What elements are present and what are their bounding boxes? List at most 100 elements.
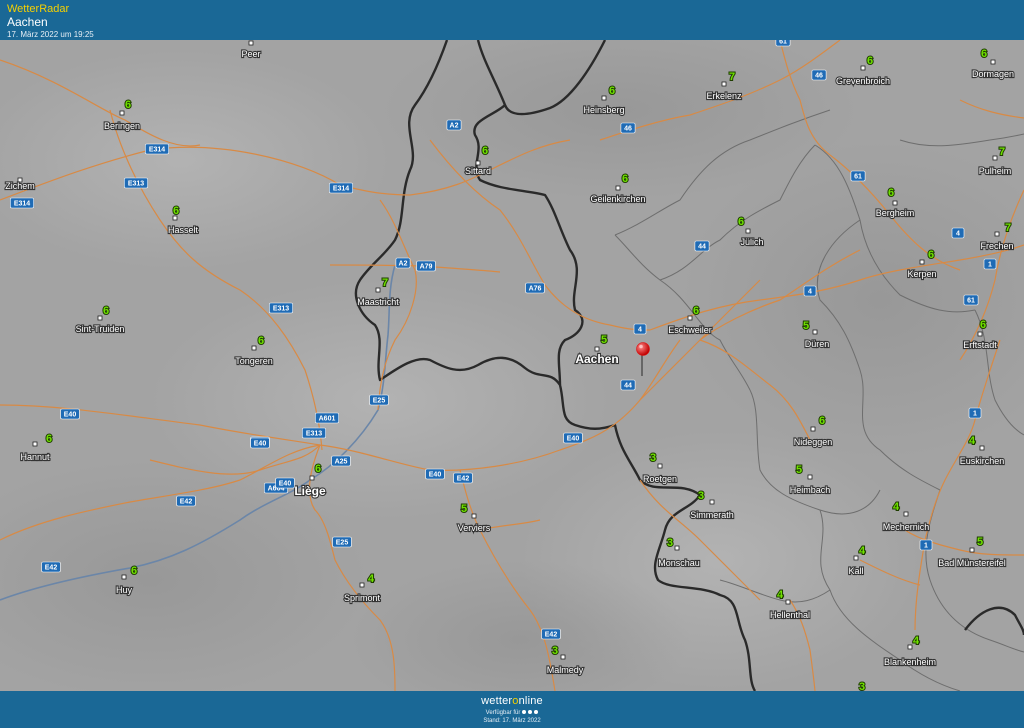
road-number: E40 <box>429 472 442 479</box>
road-number: E42 <box>180 499 193 506</box>
city-dot <box>992 155 998 161</box>
city-name: Euskirchen <box>960 456 1005 466</box>
city-marker[interactable]: Pulheim 7 <box>978 145 1013 177</box>
city-name: Nideggen <box>794 437 833 447</box>
road-shield: 1 <box>983 258 997 270</box>
city-name: Erftstadt <box>963 340 997 350</box>
city-marker[interactable]: Dormagen 6 <box>971 47 1015 80</box>
weather-map[interactable]: Peer Beringen 6 Zichem Hasselt 6 Sint-Truiden 6… <box>0 40 1024 691</box>
city-dot <box>709 499 715 505</box>
road-shield: 61 <box>963 294 979 306</box>
city-dot <box>892 200 898 206</box>
temperature-value: 6 <box>258 335 264 347</box>
road-shield: A601 <box>314 412 339 424</box>
road-number: 4 <box>638 327 642 334</box>
temperature-value: 6 <box>693 305 699 317</box>
road-number: E40 <box>567 436 580 443</box>
temperature-value: 6 <box>315 463 321 475</box>
road-shield: E40 <box>275 477 295 489</box>
city-name: Mechernich <box>883 522 930 532</box>
city-dot <box>471 513 477 519</box>
city-name: Hellenthal <box>770 610 810 620</box>
road-shield: E313 <box>268 302 293 314</box>
temperature-value: 4 <box>777 589 784 601</box>
road-shield: E314 <box>10 197 34 209</box>
road-number: 4 <box>956 231 960 238</box>
platform-dot-icon <box>534 710 539 715</box>
city-name: Peer <box>241 49 260 59</box>
temperature-value: 6 <box>103 305 109 317</box>
city-marker[interactable]: Blankenheim 4 <box>883 634 937 668</box>
temperature-value: 7 <box>729 71 735 83</box>
city-dot <box>359 582 365 588</box>
city-dot <box>807 474 813 480</box>
road-shield: 61 <box>775 40 791 47</box>
city-dot <box>853 555 859 561</box>
city-marker[interactable]: Peer <box>240 40 262 60</box>
road-number: 46 <box>815 73 823 80</box>
city-dot <box>615 185 621 191</box>
city-name: Zichem <box>5 181 35 191</box>
road-number: 44 <box>624 383 632 390</box>
location-marker[interactable] <box>636 342 650 377</box>
road-shield: E40 <box>60 408 80 420</box>
city-marker[interactable]: 3 <box>858 680 866 691</box>
road-shield: A2 <box>446 119 462 131</box>
timestamp: 17. März 2022 um 19:25 <box>7 30 94 39</box>
road-shield: E314 <box>145 143 170 155</box>
temperature-value: 6 <box>888 187 894 199</box>
road-number: 61 <box>779 40 787 46</box>
road-shield: 1 <box>968 407 982 419</box>
temperature-value: 4 <box>368 573 375 585</box>
road-number: 61 <box>854 174 862 181</box>
temperature-value: 6 <box>738 216 744 228</box>
road-number: E313 <box>273 306 289 313</box>
temperature-value: 4 <box>859 545 866 557</box>
city-name: Hannut <box>20 452 50 462</box>
city-name: Heinsberg <box>583 105 624 115</box>
city-marker[interactable]: Grevenbroich 6 <box>835 54 891 87</box>
road-number: 61 <box>967 298 975 305</box>
road-number: A25 <box>335 459 348 466</box>
road-number: 1 <box>973 411 977 418</box>
road-number: E42 <box>545 632 558 639</box>
temperature-value: 3 <box>650 452 656 464</box>
road-number: 1 <box>924 543 928 550</box>
road-shield: A76 <box>525 282 545 294</box>
road-number: E314 <box>333 186 349 193</box>
road-shield: 4 <box>633 323 647 335</box>
city-name: Dormagen <box>972 69 1014 79</box>
road-shield: 46 <box>620 122 636 134</box>
road-number: A2 <box>450 123 459 130</box>
road-number: E42 <box>45 565 58 572</box>
city-marker[interactable]: Hannut 6 <box>19 432 53 463</box>
temperature-value: 4 <box>893 501 900 513</box>
temperature-value: 6 <box>131 565 137 577</box>
temperature-value: 3 <box>667 537 673 549</box>
city-name: Kerpen <box>907 269 936 279</box>
city-marker[interactable]: Sint-Truiden 6 <box>75 304 126 335</box>
road-shield: E314 <box>328 182 353 194</box>
road-shield: E25 <box>369 394 389 406</box>
data-stand: Stand: 17. März 2022 <box>483 718 541 724</box>
city-name: Monschau <box>658 558 700 568</box>
road-shield: 4 <box>803 285 817 297</box>
city-dot <box>990 59 996 65</box>
city-name: Blankenheim <box>884 657 936 667</box>
city-name: Geilenkirchen <box>590 194 645 204</box>
road-shield: E25 <box>332 536 352 548</box>
road-number: E313 <box>128 181 144 188</box>
city-name: Maastricht <box>357 297 399 307</box>
logo-prefix: wetter <box>481 695 513 707</box>
road-number: E40 <box>279 481 292 488</box>
map-canvas[interactable]: Peer Beringen 6 Zichem Hasselt 6 Sint-Truiden 6… <box>0 40 1024 691</box>
road-number: 4 <box>808 289 812 296</box>
city-name: Huy <box>116 585 133 595</box>
city-dot <box>601 95 607 101</box>
availability-text: Verfügbar für <box>485 710 521 716</box>
wetteronline-logo[interactable]: wetteronline <box>0 695 1024 708</box>
temperature-value: 4 <box>969 435 976 447</box>
border-be-nl <box>964 606 1024 636</box>
city-marker[interactable]: Bad Münstereifel 5 <box>937 535 1007 569</box>
location-name: Aachen <box>7 15 48 29</box>
